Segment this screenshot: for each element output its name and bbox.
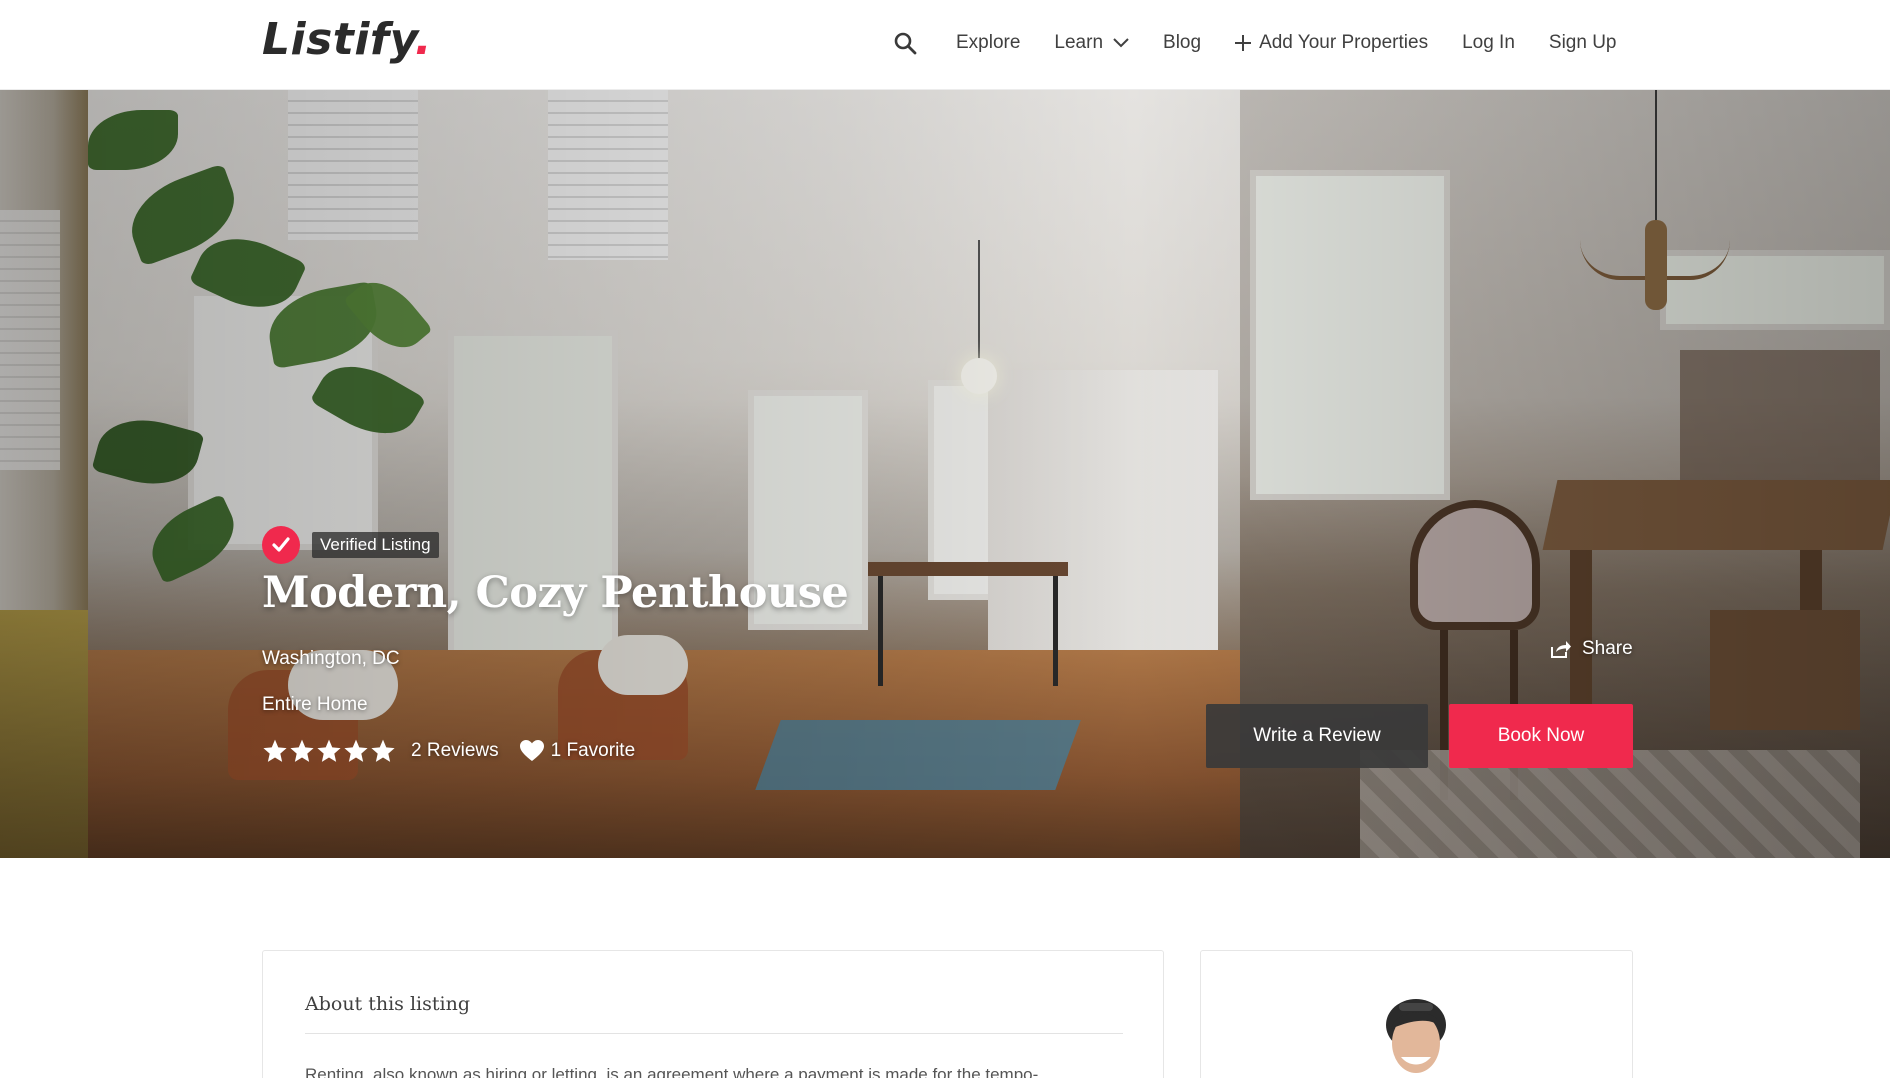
logo-text: Listify bbox=[262, 14, 415, 65]
star-rating bbox=[262, 738, 397, 764]
rating-row: 2 Reviews 1 Favorite bbox=[262, 738, 635, 764]
share-label: Share bbox=[1582, 638, 1633, 659]
nav-learn[interactable]: Learn bbox=[1054, 32, 1129, 54]
share-button[interactable]: Share bbox=[1550, 638, 1633, 660]
site-logo[interactable]: Listify. bbox=[262, 14, 432, 65]
nav-blog-label: Blog bbox=[1163, 32, 1202, 53]
main-nav: Explore Learn Blog Add Your Properties L… bbox=[890, 28, 1617, 58]
listing-location: Washington, DC bbox=[262, 648, 400, 669]
nav-add-properties[interactable]: Add Your Properties bbox=[1235, 32, 1428, 54]
search-button[interactable] bbox=[890, 28, 920, 58]
about-title: About this listing bbox=[305, 993, 470, 1015]
nav-login[interactable]: Log In bbox=[1462, 32, 1515, 54]
favorite-button[interactable]: 1 Favorite bbox=[519, 739, 635, 763]
nav-add-properties-label: Add Your Properties bbox=[1259, 32, 1429, 53]
host-card bbox=[1200, 950, 1633, 1078]
star-icon bbox=[290, 739, 314, 762]
share-icon bbox=[1551, 641, 1571, 658]
nav-signup[interactable]: Sign Up bbox=[1549, 32, 1617, 54]
book-now-button[interactable]: Book Now bbox=[1449, 704, 1633, 768]
verified-label: Verified Listing bbox=[312, 532, 439, 558]
star-icon bbox=[263, 739, 287, 762]
nav-explore[interactable]: Explore bbox=[956, 32, 1020, 54]
listing-type: Entire Home bbox=[262, 694, 368, 715]
search-icon bbox=[894, 32, 917, 55]
nav-blog[interactable]: Blog bbox=[1163, 32, 1201, 54]
reviews-link[interactable]: 2 Reviews bbox=[411, 740, 499, 762]
listing-title: Modern, Cozy Penthouse bbox=[262, 568, 849, 618]
heart-icon bbox=[519, 740, 544, 761]
check-icon bbox=[262, 526, 300, 564]
star-icon bbox=[317, 739, 341, 762]
divider bbox=[305, 1033, 1123, 1034]
avatar[interactable] bbox=[1377, 995, 1455, 1078]
site-header: Listify. Explore Learn Blog Add Your Pro… bbox=[0, 0, 1890, 90]
nav-signup-label: Sign Up bbox=[1548, 32, 1617, 53]
star-icon bbox=[344, 739, 368, 762]
plus-icon bbox=[1235, 35, 1252, 51]
verified-badge: Verified Listing bbox=[262, 526, 439, 564]
write-review-button[interactable]: Write a Review bbox=[1206, 704, 1428, 768]
nav-learn-label: Learn bbox=[1054, 32, 1104, 53]
star-icon bbox=[371, 739, 395, 762]
favorites-count: 1 Favorite bbox=[550, 740, 636, 761]
chevron-down-icon bbox=[1113, 38, 1129, 48]
nav-login-label: Log In bbox=[1462, 32, 1515, 53]
about-listing-card: About this listing Renting, also known a… bbox=[262, 950, 1164, 1078]
nav-explore-label: Explore bbox=[956, 32, 1021, 53]
logo-dot: . bbox=[414, 14, 432, 65]
listing-hero-gallery[interactable]: Verified Listing Modern, Cozy Penthouse … bbox=[0, 90, 1890, 858]
about-text: Renting, also known as hiring or letting… bbox=[305, 1065, 1039, 1078]
